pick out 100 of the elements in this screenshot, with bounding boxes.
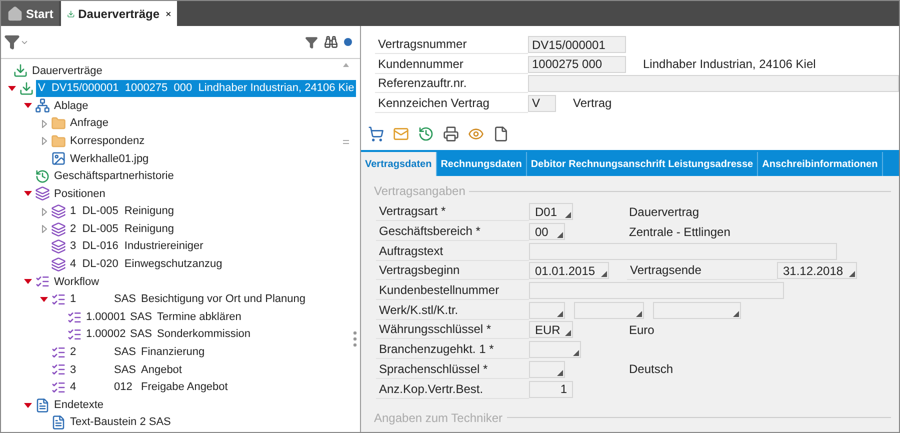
eye-icon[interactable]	[468, 126, 484, 142]
drag-handle-icon[interactable]	[343, 140, 349, 144]
folder-icon	[51, 134, 66, 149]
dropdown-corner-icon	[565, 330, 571, 336]
expanded-triangle-icon[interactable]	[8, 86, 16, 91]
field-label: Vertragsbeginn	[376, 261, 529, 280]
splitter-handle-icon[interactable]	[353, 331, 357, 347]
dropdown-corner-icon	[601, 271, 607, 278]
expanded-triangle-icon[interactable]	[24, 191, 32, 196]
dropdown-field[interactable]	[574, 302, 644, 319]
dropdown-field[interactable]: 00	[529, 223, 565, 240]
checklist-icon	[67, 310, 82, 325]
dropdown-field[interactable]: EUR	[529, 321, 573, 338]
tree-item[interactable]: Endetexte	[52, 396, 106, 414]
dropdown-corner-icon	[573, 350, 579, 356]
history-icon[interactable]	[418, 126, 434, 142]
download-tray-icon	[19, 80, 34, 96]
tree-item[interactable]: 4 012 Freigabe Angebot	[68, 379, 230, 396]
tree-item[interactable]: Ablage	[52, 98, 90, 114]
field-description: Zentrale - Ettlingen	[629, 224, 730, 241]
input-field[interactable]: 1000275 000	[528, 56, 626, 73]
tree-item[interactable]: Korrespondenz	[68, 132, 147, 150]
tree-item[interactable]: 1 SAS Besichtigung vor Ort und Planung	[68, 291, 308, 308]
input-field[interactable]: DV15/000001	[528, 36, 626, 54]
tree-item[interactable]: Geschäftspartnerhistorie	[52, 168, 176, 185]
dropdown-corner-icon	[733, 310, 739, 317]
tree-item[interactable]: Anfrage	[68, 115, 111, 132]
checklist-icon	[35, 274, 50, 290]
tree-item[interactable]: Positionen	[52, 186, 108, 202]
binoculars-icon[interactable]	[324, 35, 338, 49]
field-label: Vertragsende	[627, 261, 777, 280]
tree-item[interactable]: 2 DL-005 Reinigung	[68, 220, 176, 238]
field-label: Kundenbestellnummer	[376, 281, 529, 300]
checklist-icon	[51, 344, 66, 360]
tree-item[interactable]: 3 DL-016 Industriereiniger	[68, 238, 206, 255]
home-icon	[7, 6, 23, 22]
checklist-icon	[67, 327, 82, 342]
layers-icon	[51, 222, 66, 237]
tree-item[interactable]: 3 SAS Angebot	[68, 362, 184, 378]
expanded-triangle-icon[interactable]	[24, 402, 32, 408]
dropdown-field[interactable]	[529, 341, 581, 358]
collapsed-triangle-icon[interactable]	[42, 137, 46, 146]
app-tab[interactable]: Dauerverträge	[61, 1, 178, 26]
input-field[interactable]: V	[528, 94, 556, 112]
dropdown-corner-icon	[849, 271, 855, 278]
tree-item[interactable]: 1 DL-005 Reinigung	[68, 203, 176, 220]
document-icon	[35, 398, 50, 413]
folder-icon	[51, 116, 66, 132]
layers-icon	[51, 239, 66, 254]
field-description: Euro	[629, 322, 654, 339]
layers-icon	[35, 186, 50, 202]
checklist-icon	[51, 292, 66, 308]
dropdown-field[interactable]	[653, 302, 741, 319]
tree-item[interactable]: V DV15/000001 1000275 000 Lindhaber Industrian, 24106 Kie	[36, 80, 356, 97]
dropdown-field[interactable]: 31.12.2018	[777, 262, 857, 280]
dropdown-field[interactable]	[529, 302, 565, 319]
dropdown-field[interactable]	[529, 360, 565, 378]
input-field[interactable]	[529, 282, 784, 300]
collapsed-triangle-icon[interactable]	[42, 225, 46, 234]
app-tab[interactable]: Start	[1, 1, 60, 26]
filter-icon[interactable]	[4, 34, 20, 50]
field-description: Deutsch	[629, 361, 674, 378]
cart-icon[interactable]	[368, 126, 384, 142]
tree-item[interactable]: Dauerverträge	[30, 62, 104, 80]
tree-item[interactable]: Werkhalle01.jpg	[68, 150, 151, 168]
field-description: Dauervertrag	[629, 204, 700, 221]
dropdown-field[interactable]: 01.01.2015	[529, 262, 609, 280]
field-label: Währungsschlüssel *	[376, 320, 529, 340]
field-label: Vertragsnummer	[375, 35, 528, 54]
expanded-triangle-icon[interactable]	[24, 103, 32, 108]
dropdown-corner-icon	[565, 212, 571, 218]
field-label: Vertragsart *	[376, 202, 529, 222]
tree-item[interactable]: 1.00001 SAS Termine abklären	[84, 308, 244, 326]
expanded-triangle-icon[interactable]	[24, 279, 32, 284]
scroll-up-icon[interactable]	[343, 63, 349, 67]
field-label: Referenzauftr.nr.	[375, 74, 528, 94]
envelope-icon[interactable]	[393, 126, 409, 142]
collapsed-triangle-icon[interactable]	[42, 120, 46, 128]
dropdown-corner-icon	[557, 310, 563, 317]
tree-item[interactable]: Text-Baustein 2 SAS	[68, 414, 173, 431]
dropdown-field[interactable]: D01	[529, 203, 573, 220]
printer-icon[interactable]	[443, 126, 459, 142]
expanded-triangle-icon[interactable]	[40, 297, 48, 302]
section-title: Angaben zum Techniker	[374, 410, 503, 427]
history-icon	[35, 168, 50, 184]
checklist-icon	[51, 380, 66, 395]
input-field[interactable]	[529, 242, 837, 260]
tree-item[interactable]: Workflow	[52, 274, 102, 290]
collapsed-triangle-icon[interactable]	[42, 208, 46, 216]
document-icon[interactable]	[493, 126, 509, 142]
input-field[interactable]	[528, 75, 899, 92]
filter-icon[interactable]	[305, 36, 318, 48]
input-field[interactable]: 1	[529, 380, 573, 398]
tree-item[interactable]: 4 DL-020 Einwegschutzanzug	[68, 256, 224, 273]
form-tab[interactable]: Vertragsdaten	[361, 152, 437, 176]
dropdown-corner-icon	[557, 232, 563, 238]
field-label: Branchenzugehkt. 1 *	[376, 340, 529, 360]
field-label: Auftragstext	[376, 242, 529, 261]
tree-item[interactable]: 1.00002 SAS Sonderkommission	[84, 326, 253, 343]
tree-item[interactable]: 2 SAS Finanzierung	[68, 344, 207, 361]
